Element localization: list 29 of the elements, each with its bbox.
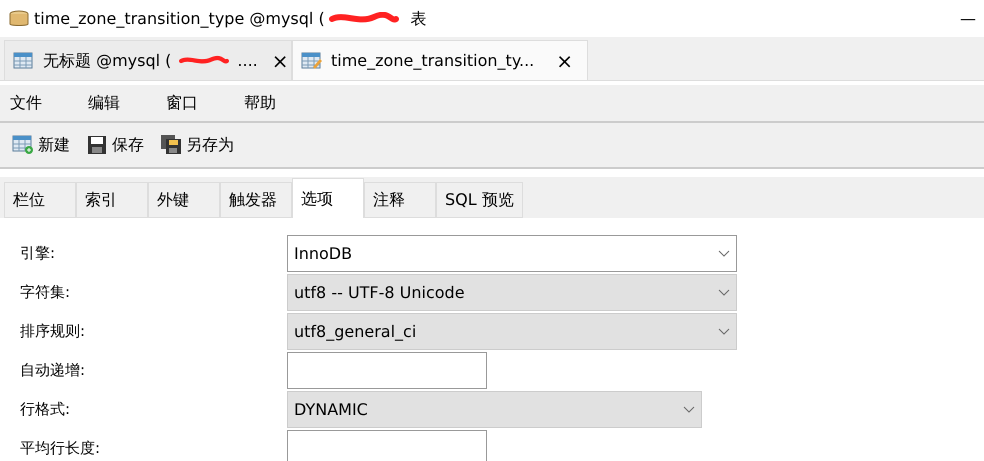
menu-item[interactable]: 文件	[0, 91, 62, 115]
field-label: 行格式:	[19, 399, 72, 420]
tab[interactable]: 栏位	[4, 182, 76, 218]
document-tab[interactable]: time_zone_transition_ty... ×	[292, 40, 588, 80]
toolbar-button[interactable]: 新建	[8, 133, 74, 157]
toolbar-button[interactable]: 保存	[82, 133, 148, 157]
menu-item[interactable]: 帮助	[234, 91, 296, 115]
tab[interactable]: 选项	[292, 178, 364, 218]
menu-item[interactable]: 窗口	[156, 91, 218, 115]
tab[interactable]: SQL 预览	[436, 182, 523, 218]
toolbar-button[interactable]: 另存为	[156, 133, 238, 157]
tab-label: time_zone_transition_ty...	[331, 50, 534, 72]
field-label: 引擎:	[19, 243, 56, 264]
dropdown[interactable]: InnoDB	[287, 235, 737, 272]
menu-item[interactable]: 编辑	[78, 91, 140, 115]
tab-label-ellipsis: ....	[237, 50, 258, 72]
minimize-button[interactable]: —	[960, 6, 976, 30]
tab[interactable]: 外键	[148, 182, 220, 218]
document-tab[interactable]: 无标题 @mysql ( .... ×	[4, 40, 292, 80]
tab[interactable]: 触发器	[220, 182, 292, 218]
tab-label: 无标题 @mysql (	[43, 50, 172, 72]
tab[interactable]: 索引	[76, 182, 148, 218]
field-label: 平均行长度:	[19, 438, 102, 460]
field-label: 字符集:	[19, 282, 72, 304]
field-label: 自动递增:	[19, 360, 86, 382]
field-label: 排序规则:	[19, 321, 86, 342]
window-title: time_zone_transition_type @mysql (	[34, 8, 325, 30]
tab[interactable]: 注释	[364, 182, 436, 218]
window-title-suffix: 表	[410, 8, 427, 30]
